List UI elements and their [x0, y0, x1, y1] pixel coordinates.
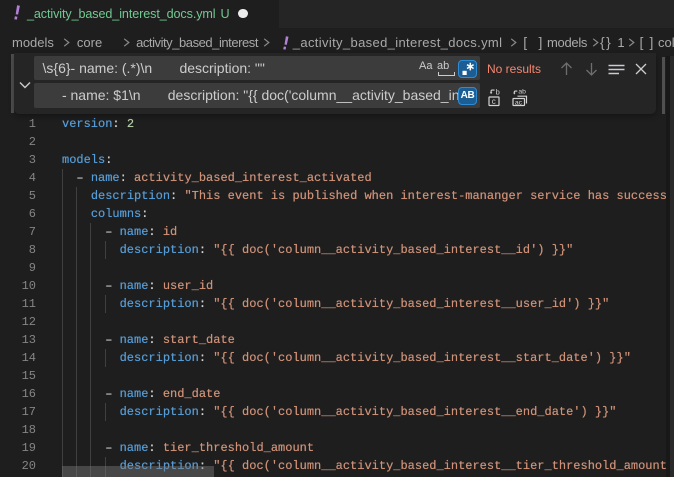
- svg-text:b: b: [496, 88, 500, 96]
- svg-text:ab: ab: [518, 89, 526, 96]
- svg-text:c: c: [492, 97, 496, 106]
- svg-text:ac: ac: [515, 99, 523, 106]
